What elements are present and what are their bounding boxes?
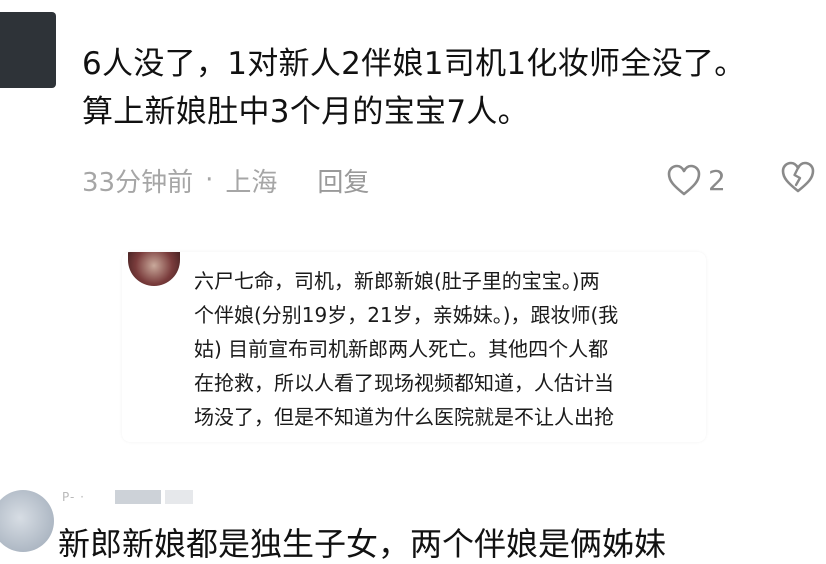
heart-outline-icon [667, 164, 701, 196]
avatar[interactable] [0, 12, 56, 88]
username[interactable]: P- · [62, 488, 193, 506]
like-button[interactable]: 2 [666, 160, 726, 200]
reply-button[interactable]: 回复 [317, 162, 369, 199]
avatar[interactable] [0, 490, 54, 552]
comment-time: 33分钟前 [82, 167, 194, 198]
broken-heart-icon [781, 161, 815, 193]
like-count: 2 [708, 163, 726, 197]
meta-separator: · [205, 165, 214, 195]
username-fragment: P- · [62, 490, 85, 504]
username-redacted [164, 490, 193, 504]
embedded-screenshot[interactable]: 六尸七命，司机，新郎新娘(肚子里的宝宝。)两 个伴娘(分别19岁，21岁，亲姊妹… [122, 252, 706, 442]
embedded-line: 个伴娘(分别19岁，21岁，亲姊妹。)，跟妆师(我 [194, 303, 619, 327]
embedded-line: 六尸七命，司机，新郎新娘(肚子里的宝宝。)两 [194, 269, 600, 293]
dislike-button[interactable] [780, 160, 820, 200]
avatar [128, 252, 180, 286]
comment-line: 6人没了，1对新人2伴娘1司机1化妆师全没了。 [82, 46, 746, 82]
comment-meta: 33分钟前 · 上海 回复 [82, 158, 369, 202]
comment-body: 新郎新娘都是独生子女，两个伴娘是俩姊妹 [58, 525, 667, 563]
embedded-line: 姑) 目前宣布司机新郎两人死亡。其他四个人都 [194, 337, 609, 361]
comment-line: 算上新娘肚中3个月的宝宝7人。 [82, 94, 529, 130]
comment-location: 上海 [225, 167, 278, 198]
comment-body: 6人没了，1对新人2伴娘1司机1化妆师全没了。 算上新娘肚中3个月的宝宝7人。 [82, 40, 812, 136]
username-redacted [114, 490, 161, 504]
embedded-comment-text: 六尸七命，司机，新郎新娘(肚子里的宝宝。)两 个伴娘(分别19岁，21岁，亲姊妹… [194, 264, 694, 434]
comment-feed: 6人没了，1对新人2伴娘1司机1化妆师全没了。 算上新娘肚中3个月的宝宝7人。 … [0, 0, 826, 564]
embedded-line: 场没了，但是不知道为什么医院就是不让人出抢 [194, 405, 614, 429]
embedded-line: 在抢救，所以人看了现场视频都知道，人估计当 [194, 371, 614, 395]
